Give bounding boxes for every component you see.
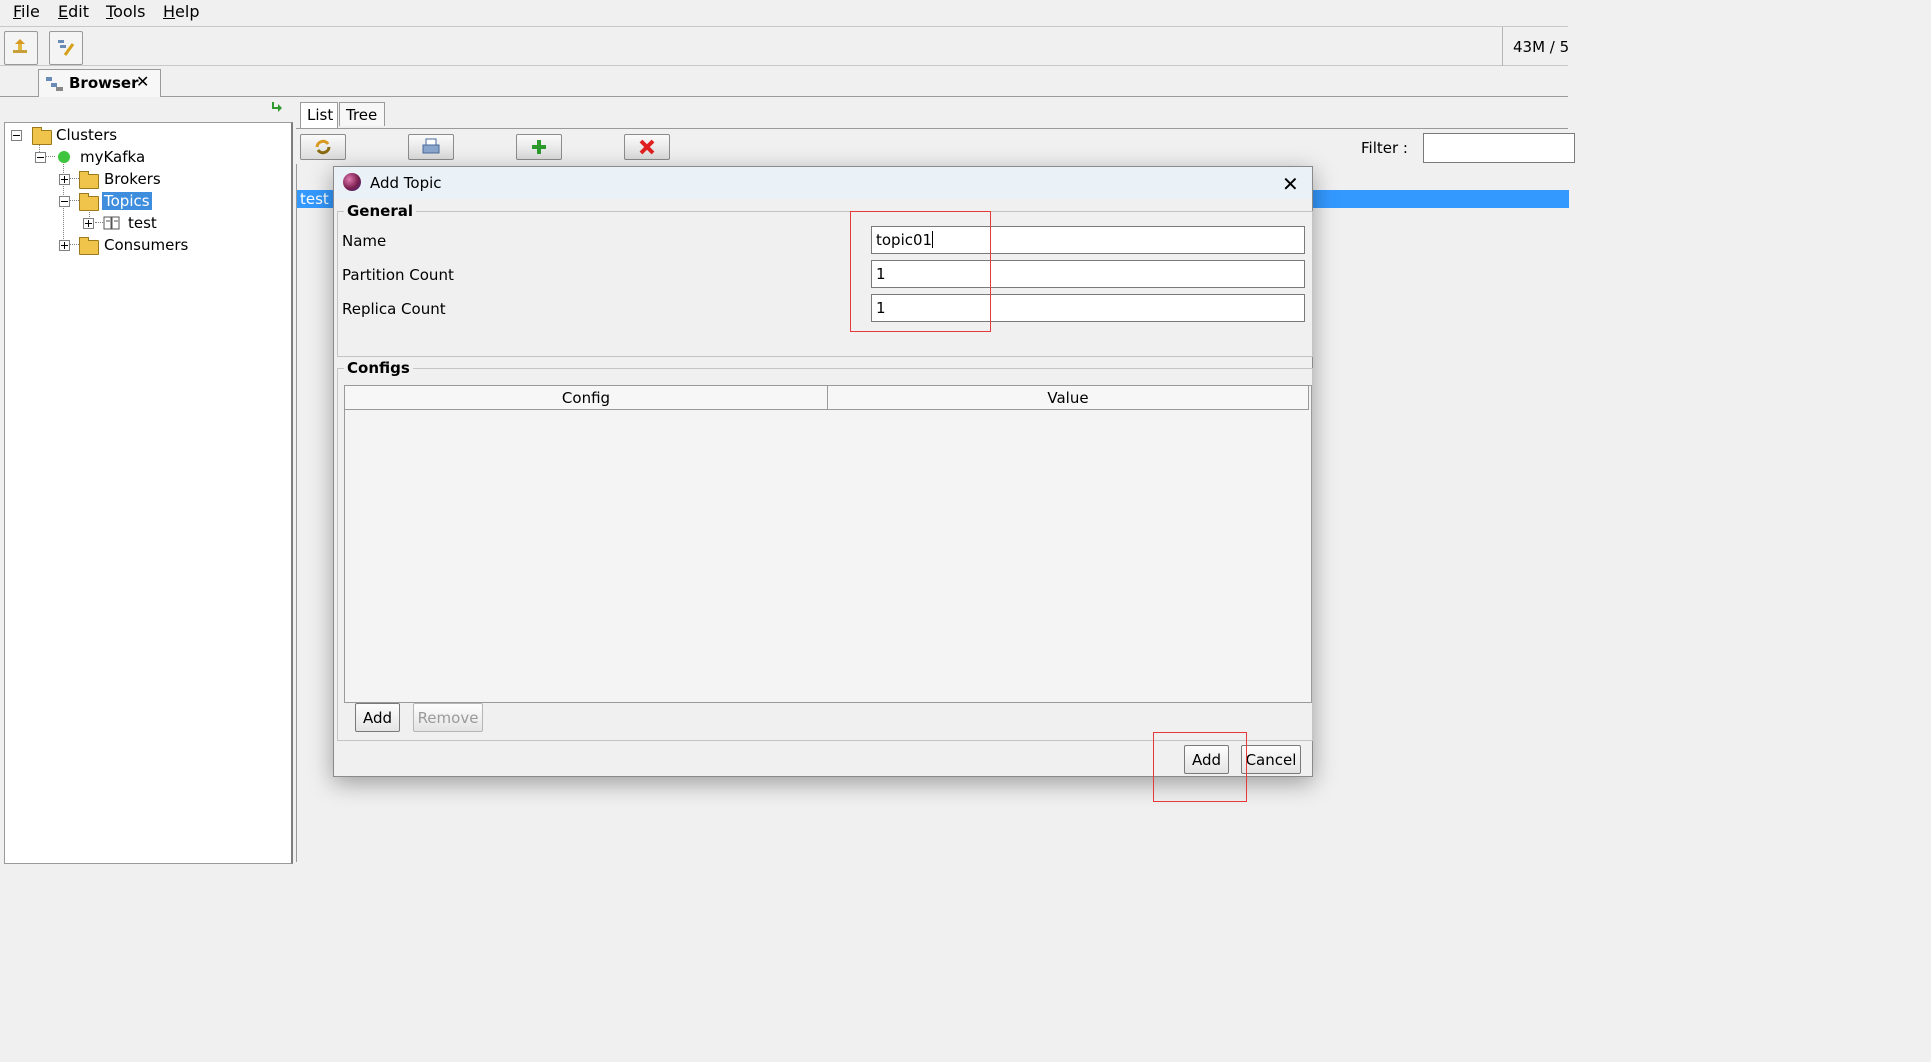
- tree-node-label: Brokers: [104, 170, 161, 188]
- folder-icon: [79, 237, 99, 255]
- view-tabstrip: Browser ✕: [0, 66, 1568, 97]
- tab-list[interactable]: List: [300, 102, 338, 128]
- folder-icon: [79, 171, 99, 189]
- dialog-titlebar[interactable]: Add Topic ✕: [334, 167, 1312, 199]
- collapse-arrow-icon[interactable]: [270, 100, 284, 114]
- partition-count-label: Partition Count: [342, 266, 454, 284]
- tab-browser-label: Browser: [69, 74, 139, 92]
- cancel-button[interactable]: Cancel: [1241, 745, 1301, 774]
- expand-icon[interactable]: [59, 174, 70, 185]
- refresh-button[interactable]: [300, 134, 346, 160]
- collapse-icon[interactable]: [35, 152, 46, 163]
- edit-settings-button[interactable]: [49, 31, 83, 65]
- open-folder-icon: [79, 193, 99, 211]
- close-icon[interactable]: ✕: [1282, 172, 1299, 196]
- add-topic-button[interactable]: [516, 134, 562, 160]
- column-header-value[interactable]: Value: [828, 386, 1309, 410]
- tree-node-label: Topics: [102, 192, 152, 210]
- highlight-box: [1153, 732, 1247, 802]
- book-icon: [103, 216, 120, 230]
- tab-browser[interactable]: Browser ✕: [38, 69, 161, 97]
- delete-icon: [639, 139, 655, 155]
- collapse-icon[interactable]: [59, 196, 70, 207]
- print-icon: [422, 138, 440, 154]
- remove-config-button[interactable]: Remove: [413, 703, 483, 732]
- expand-icon[interactable]: [59, 240, 70, 251]
- add-config-button[interactable]: Add: [355, 703, 400, 732]
- connect-icon: [13, 39, 27, 53]
- tree-panel: Clusters myKafka Brokers Topics test Con…: [4, 98, 293, 864]
- menu-file[interactable]: File: [13, 2, 40, 21]
- filter-label: Filter :: [1361, 139, 1408, 157]
- app-icon: [343, 173, 361, 191]
- name-label: Name: [342, 232, 387, 250]
- dialog-title: Add Topic: [370, 174, 442, 192]
- menu-bar: File Edit Tools Help: [0, 0, 1568, 24]
- tree-node-label: Consumers: [104, 236, 189, 254]
- general-title: General: [344, 202, 416, 220]
- configs-group: Configs Config Value Add Remove: [337, 359, 1313, 741]
- expand-icon[interactable]: [83, 218, 94, 229]
- replica-count-label: Replica Count: [342, 300, 446, 318]
- menu-help[interactable]: Help: [163, 2, 199, 21]
- configs-title: Configs: [344, 359, 413, 377]
- add-topic-dialog: Add Topic ✕ General Name topic01 Partiti…: [333, 166, 1313, 777]
- collapse-icon[interactable]: [11, 130, 22, 141]
- tree-node-label: myKafka: [80, 148, 146, 166]
- connect-button[interactable]: [4, 31, 38, 65]
- tab-tree[interactable]: Tree: [339, 102, 385, 126]
- column-header-config[interactable]: Config: [345, 386, 828, 410]
- main-toolbar: 43M / 5: [0, 26, 1568, 66]
- tree-node-label: test: [128, 214, 157, 232]
- menu-tools[interactable]: Tools: [106, 2, 145, 21]
- configs-table: Config Value: [344, 385, 1312, 703]
- close-tab-icon[interactable]: ✕: [136, 72, 149, 91]
- cluster-tree: Clusters myKafka Brokers Topics test Con…: [4, 122, 293, 864]
- status-online-icon: [58, 151, 70, 163]
- tree-node-label: Clusters: [56, 126, 118, 144]
- filter-input[interactable]: [1423, 133, 1575, 163]
- open-folder-icon: [32, 127, 52, 145]
- topics-toolbar: Filter :: [296, 128, 1575, 165]
- browser-icon: [46, 77, 63, 91]
- highlight-box: [850, 211, 991, 332]
- plus-icon: [532, 140, 546, 154]
- delete-topic-button[interactable]: [624, 134, 670, 160]
- refresh-icon: [315, 139, 331, 155]
- memory-indicator: 43M / 5: [1502, 27, 1568, 66]
- edit-icon: [58, 40, 75, 56]
- menu-edit[interactable]: Edit: [58, 2, 89, 21]
- print-button[interactable]: [408, 134, 454, 160]
